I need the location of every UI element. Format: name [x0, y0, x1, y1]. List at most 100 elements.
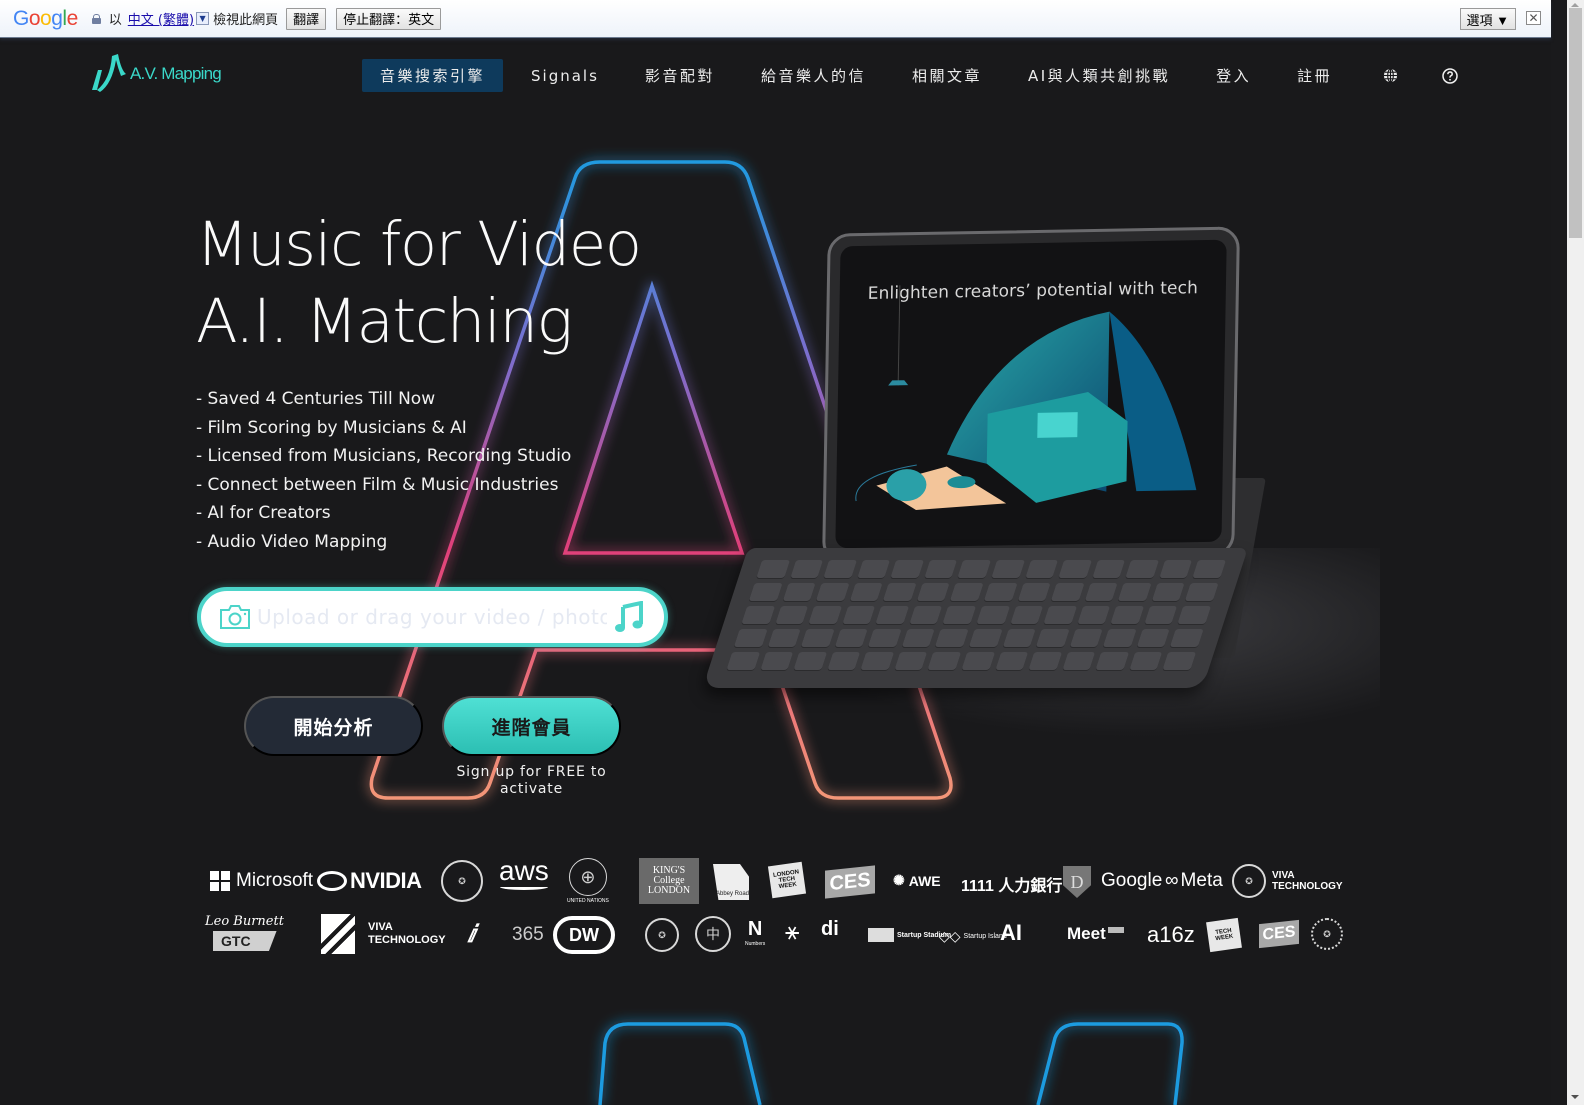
keyboard-key	[1024, 560, 1059, 578]
logo-text: 365	[512, 924, 544, 945]
google-logo-letter: o	[40, 6, 52, 30]
hero-title: Music for Video A.I. Matching	[196, 206, 642, 360]
tablet-illustration: Enlighten creators’ potential with tech	[702, 218, 1380, 748]
logo-text: di	[821, 918, 839, 940]
language-dropdown-icon[interactable]: ▼	[196, 12, 210, 25]
keyboard-key	[800, 629, 835, 647]
logo-viva-tech-2: VIVA TECHNOLOGY	[368, 921, 458, 947]
premium-member-button[interactable]: 進階會員	[442, 696, 621, 756]
translate-button[interactable]: 翻譯	[286, 7, 327, 30]
google-logo-letter: o	[28, 6, 41, 30]
keyboard-key	[1103, 629, 1137, 647]
logo-abbey-road: Abbey Road Studios	[713, 864, 749, 900]
keyboard-key	[1077, 606, 1111, 624]
language-link[interactable]: 中文 (繁體)	[128, 9, 194, 28]
keyboard-key	[789, 560, 824, 578]
keyboard-key	[733, 629, 768, 647]
nav-item-register[interactable]: 註冊	[1279, 59, 1350, 92]
keyboard-key	[1084, 583, 1118, 601]
options-button[interactable]: 選項 ▼	[1459, 8, 1516, 30]
logo-ai: AI	[1000, 920, 1022, 946]
keyboard-key	[856, 560, 891, 578]
scrollbar[interactable]	[1567, 0, 1584, 1105]
feature-item: - Connect between Film & Music Industrie…	[196, 474, 559, 495]
help-icon[interactable]	[1440, 66, 1460, 86]
nav-item-articles[interactable]: 相關文章	[894, 59, 1000, 92]
keyboard-key	[741, 606, 775, 624]
keyboard-key	[1043, 606, 1077, 624]
upload-dropzone[interactable]	[197, 587, 668, 647]
logo-text: A.V. Mapping	[130, 64, 222, 83]
keyboard-key	[901, 629, 936, 647]
logo-text: LONDON TECH WEEK	[772, 869, 800, 891]
numbers-icon: N	[747, 918, 763, 940]
feature-item: - AI for Creators	[196, 503, 331, 524]
keyboard-key	[1170, 629, 1204, 647]
logo-text: D	[1070, 871, 1084, 892]
keyboard-key	[1192, 560, 1227, 578]
nav-item-login[interactable]: 登入	[1198, 59, 1269, 92]
keyboard-key	[748, 583, 783, 601]
hero-title-line: A.I. Matching	[196, 286, 573, 357]
hero-title-line: Music for Video	[196, 209, 642, 280]
logo-numbers: N Numbers	[745, 918, 765, 947]
logo-kings-college: KING'S College LONDON	[639, 858, 699, 904]
nav-item-letter-to-musicians[interactable]: 給音樂人的信	[743, 59, 884, 92]
keyboard-key	[1028, 652, 1062, 670]
logo-text: Google	[1101, 870, 1163, 891]
logo-london-tech-week: LONDON TECH WEEK	[767, 861, 807, 899]
lock-icon	[91, 13, 101, 24]
awe-icon: ✺	[893, 872, 905, 888]
logo-text: KING'S College LONDON	[647, 865, 691, 896]
tablet-device: Enlighten creators’ potential with tech	[822, 226, 1240, 564]
nav-item-ai-challenge[interactable]: AI與人類共創挑戰	[1010, 59, 1188, 92]
keyboard-key	[808, 606, 842, 624]
logo-text: AWE	[908, 872, 941, 889]
logo-symbol: ⚹	[785, 918, 800, 945]
keyboard-key	[849, 583, 883, 601]
logo-1111: 1111 人力銀行	[961, 872, 1062, 896]
logo-text: NVIDIA	[350, 868, 422, 893]
stop-translate-button[interactable]: 停止翻譯：英文	[336, 7, 442, 30]
logo-ibc: ⅈ	[467, 921, 476, 948]
feature-item: - Licensed from Musicians, Recording Stu…	[196, 446, 572, 467]
keyboard-key	[868, 629, 902, 647]
camera-icon[interactable]	[219, 604, 251, 630]
logo-meet: Meet	[1067, 924, 1124, 944]
feature-item: - Film Scoring by Musicians & AI	[196, 417, 467, 438]
keyboard-key	[860, 652, 895, 670]
start-analysis-button[interactable]: 開始分析	[244, 696, 423, 756]
nav-item-signals[interactable]: Signals	[513, 59, 617, 92]
keyboard-key	[968, 629, 1003, 647]
keyboard-key	[1058, 560, 1092, 578]
partner-logos: Microsoft NVIDIA ✪ aws ⊕ UNITED NATIONS …	[205, 857, 1350, 968]
keyboard-key	[916, 583, 951, 601]
scroll-down-arrow-icon[interactable]	[1571, 1095, 1579, 1099]
globe-icon[interactable]	[1380, 66, 1400, 86]
upload-input[interactable]	[257, 605, 607, 629]
scroll-thumb[interactable]	[1569, 8, 1582, 238]
keyboard-key	[767, 629, 801, 647]
keyboard-key	[842, 606, 876, 624]
keyboard-key	[756, 560, 790, 578]
keyboard-key	[1129, 652, 1163, 670]
music-note-icon[interactable]	[614, 601, 644, 633]
site-logo[interactable]: A.V. Mapping	[88, 50, 222, 94]
logo-gtc: GTC	[213, 931, 277, 951]
keyboard-key	[1125, 560, 1159, 578]
scroll-up-arrow-icon[interactable]	[1571, 3, 1579, 7]
logo-seal: ✪	[441, 860, 483, 902]
meta-infinity-icon: ∞	[1165, 870, 1179, 891]
nav-item-av-matching[interactable]: 影音配對	[627, 59, 733, 92]
logo-university	[321, 914, 355, 954]
logo-text: CES	[1262, 923, 1296, 944]
logo-seal: ✪	[1311, 918, 1343, 950]
logo-text: a16z	[1147, 922, 1195, 947]
keyboard-key	[890, 560, 924, 578]
tablet-screen: Enlighten creators’ potential with tech	[835, 239, 1227, 549]
top-nav: A.V. Mapping 音樂搜索引擎 Signals 影音配對 給音樂人的信 …	[0, 38, 1551, 112]
keyboard-key	[950, 583, 984, 601]
logo-tech-week: TECH WEEK	[1206, 917, 1242, 953]
close-icon[interactable]: ✕	[1526, 11, 1541, 25]
nav-item-music-search[interactable]: 音樂搜索引擎	[362, 59, 504, 92]
